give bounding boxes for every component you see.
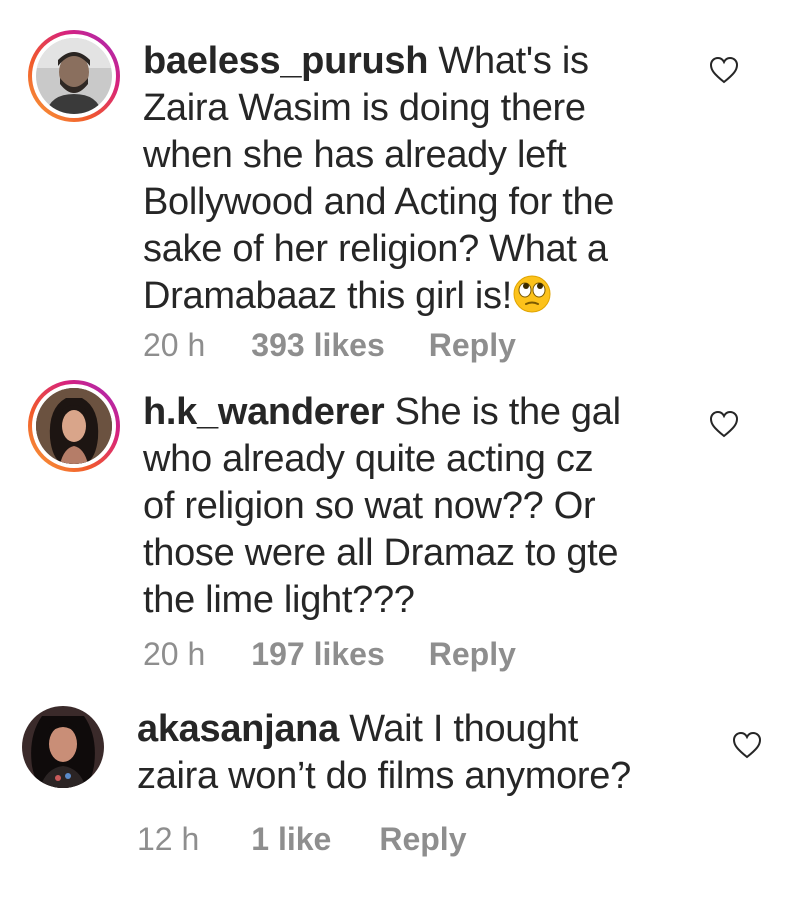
like-heart-icon[interactable]	[732, 731, 762, 759]
likes-count-button[interactable]: 393 likes	[251, 327, 384, 364]
timestamp: 12 h	[137, 821, 200, 857]
username-link[interactable]: akasanjana	[137, 708, 339, 750]
avatar[interactable]	[36, 388, 112, 464]
avatar[interactable]	[22, 706, 104, 788]
comment-text: akasanjana Wait I thought zaira won’t do…	[137, 708, 631, 797]
comment-meta: 12 h 1 like Reply	[137, 821, 466, 858]
story-ring[interactable]	[28, 30, 120, 122]
timestamp: 20 h	[143, 636, 206, 672]
reply-button[interactable]: Reply	[429, 327, 516, 364]
reply-button[interactable]: Reply	[429, 636, 516, 673]
timestamp: 20 h	[143, 327, 206, 363]
comment-meta: 20 h 197 likes Reply	[143, 636, 516, 673]
likes-count-button[interactable]: 1 like	[251, 821, 331, 858]
like-heart-icon[interactable]	[709, 56, 739, 84]
avatar[interactable]	[36, 38, 112, 114]
username-link[interactable]: h.k_wanderer	[143, 391, 385, 433]
like-heart-icon[interactable]	[709, 410, 739, 438]
username-link[interactable]: baeless_purush	[143, 40, 428, 82]
story-ring[interactable]	[28, 380, 120, 472]
comment-text: baeless_purush What's is Zaira Wasim is …	[143, 40, 615, 317]
comment-meta: 20 h 393 likes Reply	[143, 327, 516, 364]
comment-text: h.k_wanderer She is the gal who already …	[143, 391, 621, 621]
rolling-eyes-emoji-icon	[512, 274, 552, 314]
reply-button[interactable]: Reply	[379, 821, 466, 858]
likes-count-button[interactable]: 197 likes	[251, 636, 384, 673]
